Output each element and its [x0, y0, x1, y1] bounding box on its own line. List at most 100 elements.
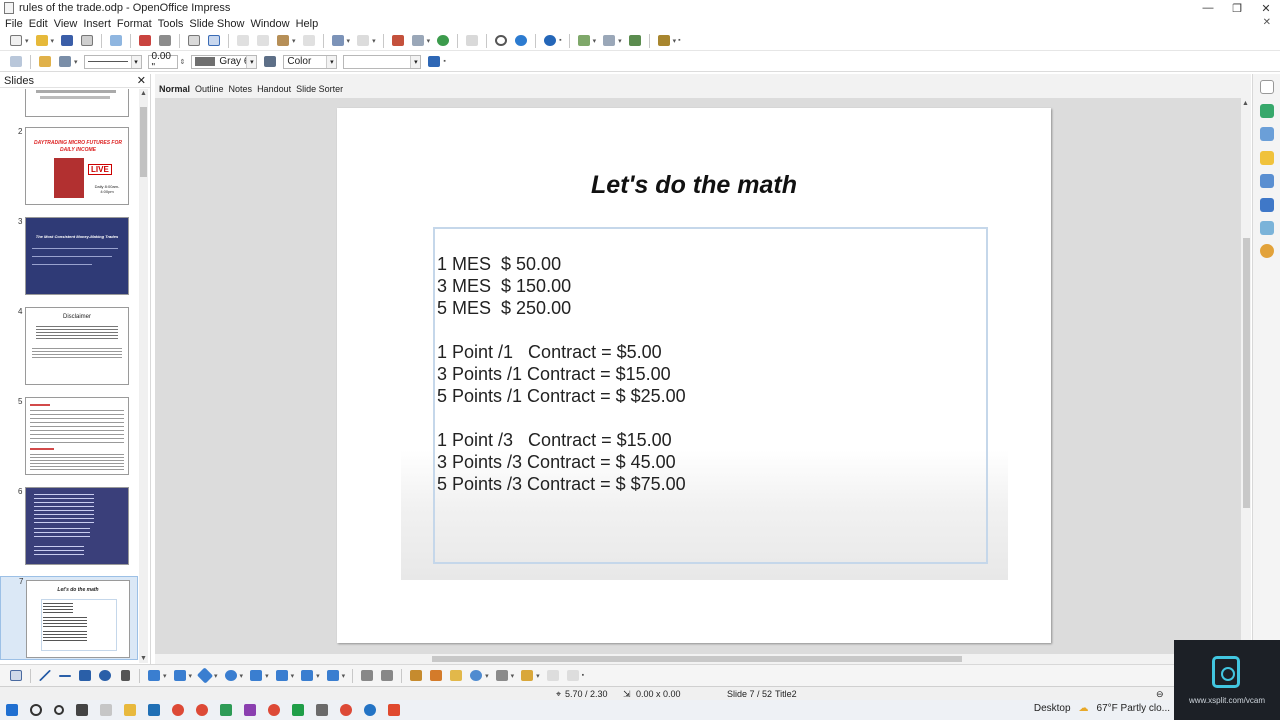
curve-tool-icon[interactable] — [146, 669, 162, 683]
start-icon[interactable] — [6, 704, 18, 716]
app-icon[interactable] — [388, 704, 400, 716]
area-icon[interactable] — [262, 55, 278, 69]
save-icon[interactable] — [59, 34, 75, 48]
weather-widget[interactable]: 67°F Partly clo... — [1097, 703, 1170, 714]
line-style-select[interactable]: ▾ — [83, 54, 142, 69]
undo-icon[interactable] — [330, 34, 346, 48]
table-icon[interactable] — [410, 34, 426, 48]
zoom-slider-icon[interactable]: ⊖ — [1156, 689, 1164, 700]
glue-points-icon[interactable] — [379, 669, 395, 683]
scroll-up-icon[interactable]: ▲ — [139, 89, 148, 98]
gallery-toggle-icon[interactable] — [448, 669, 464, 683]
toggle-extrusion-icon[interactable] — [565, 669, 581, 683]
styles-sidebar-icon[interactable] — [1260, 221, 1274, 235]
symbol-shapes-icon[interactable] — [223, 669, 239, 683]
copy-icon[interactable] — [255, 34, 271, 48]
close-document-button[interactable]: ✕ — [1263, 17, 1271, 28]
email-icon[interactable] — [79, 34, 95, 48]
text-tool-icon[interactable] — [117, 669, 133, 683]
basic-shapes-icon[interactable] — [196, 667, 214, 684]
no-entry-icon[interactable] — [493, 34, 509, 48]
menu-insert[interactable]: Insert — [83, 18, 111, 30]
draw-functions-icon[interactable] — [513, 34, 529, 48]
scroll-thumb[interactable] — [432, 656, 962, 662]
slide-thumb-7[interactable]: 7 Let's do the math — [0, 576, 138, 660]
select-arrow-icon[interactable] — [8, 669, 24, 683]
gallery-icon[interactable] — [1260, 198, 1274, 212]
properties-icon[interactable] — [1260, 104, 1274, 118]
scroll-down-icon[interactable]: ▼ — [139, 654, 148, 663]
master-pages-icon[interactable] — [1260, 127, 1274, 141]
app-icon[interactable] — [100, 704, 112, 716]
align-icon[interactable] — [494, 669, 510, 683]
horizontal-scrollbar[interactable] — [155, 654, 1241, 664]
extrusion-icon[interactable] — [545, 669, 561, 683]
new-doc-icon[interactable] — [8, 34, 24, 48]
styles-icon[interactable] — [8, 55, 24, 69]
slide-thumb-6[interactable]: 6 — [0, 487, 138, 573]
slide-transition-icon[interactable] — [1260, 174, 1274, 188]
tab-outline[interactable]: Outline — [195, 84, 224, 94]
minimize-button[interactable]: — — [1194, 0, 1222, 16]
chrome-icon[interactable] — [172, 704, 184, 716]
from-file-icon[interactable] — [428, 669, 444, 683]
menu-slide-show[interactable]: Slide Show — [189, 18, 244, 30]
paste-icon[interactable] — [275, 34, 291, 48]
clone-format-icon[interactable] — [301, 34, 317, 48]
line-icon[interactable] — [37, 55, 53, 69]
block-arrows-icon[interactable] — [248, 669, 264, 683]
desktop-toolbar[interactable]: Desktop — [1034, 703, 1071, 714]
file-explorer-icon[interactable] — [124, 704, 136, 716]
menu-edit[interactable]: Edit — [29, 18, 48, 30]
close-sidebar-icon[interactable] — [1260, 80, 1274, 94]
chrome-icon[interactable] — [340, 704, 352, 716]
tab-normal[interactable]: Normal — [159, 84, 190, 94]
menu-format[interactable]: Format — [117, 18, 152, 30]
print-icon[interactable] — [157, 34, 173, 48]
search-icon[interactable] — [30, 704, 42, 716]
tab-notes[interactable]: Notes — [229, 84, 253, 94]
chrome-icon[interactable] — [196, 704, 208, 716]
rectangle-tool-icon[interactable] — [77, 669, 93, 683]
menu-window[interactable]: Window — [250, 18, 289, 30]
scroll-thumb[interactable] — [140, 107, 147, 177]
edge-icon[interactable] — [364, 704, 376, 716]
shadow-icon[interactable] — [426, 55, 442, 69]
line-width-field[interactable]: 0.00 " — [147, 51, 178, 73]
rotate-icon[interactable] — [468, 669, 484, 683]
slide-show-icon[interactable] — [627, 34, 643, 48]
arrange-icon[interactable] — [519, 669, 535, 683]
ellipse-tool-icon[interactable] — [97, 669, 113, 683]
chart-icon[interactable] — [390, 34, 406, 48]
menu-file[interactable]: File — [5, 18, 23, 30]
menu-tools[interactable]: Tools — [158, 18, 184, 30]
callouts-icon[interactable] — [299, 669, 315, 683]
scroll-thumb[interactable] — [1243, 238, 1250, 508]
slide-thumb-2[interactable]: 2 DAYTRADING MICRO FUTURES FOR DAILY INC… — [0, 127, 138, 213]
slide-canvas[interactable]: Let's do the math 1 MES $ 50.00 3 MES $ … — [155, 98, 1241, 664]
line-tool-icon[interactable] — [37, 669, 53, 683]
stars-icon[interactable] — [325, 669, 341, 683]
content-textbox[interactable]: 1 MES $ 50.00 3 MES $ 150.00 5 MES $ 250… — [433, 227, 988, 564]
open-folder-icon[interactable] — [34, 34, 50, 48]
spellcheck-icon[interactable] — [186, 34, 202, 48]
arrow-tool-icon[interactable] — [57, 669, 73, 683]
menu-help[interactable]: Help — [296, 18, 319, 30]
export-pdf-icon[interactable] — [137, 34, 153, 48]
arrow-style-icon[interactable] — [57, 55, 73, 69]
close-pane-button[interactable]: ✕ — [137, 74, 146, 87]
app-icon[interactable] — [316, 704, 328, 716]
fontwork-icon[interactable] — [408, 669, 424, 683]
help-icon[interactable] — [542, 34, 558, 48]
area-fill-select[interactable]: ▾ — [343, 54, 422, 69]
tab-slide-sorter[interactable]: Slide Sorter — [296, 84, 343, 94]
slide-design-icon[interactable] — [576, 34, 592, 48]
slide-title[interactable]: Let's do the math — [337, 171, 1051, 200]
custom-animation-icon[interactable] — [1260, 151, 1274, 165]
slide-thumb-5[interactable]: 5 — [0, 397, 138, 483]
layout-icon[interactable] — [601, 34, 617, 48]
store-icon[interactable] — [148, 704, 160, 716]
excel-icon[interactable] — [292, 704, 304, 716]
line-color-select[interactable]: Gray 6 ▾ — [191, 54, 258, 69]
vertical-scrollbar[interactable]: ▲ — [1241, 98, 1251, 664]
